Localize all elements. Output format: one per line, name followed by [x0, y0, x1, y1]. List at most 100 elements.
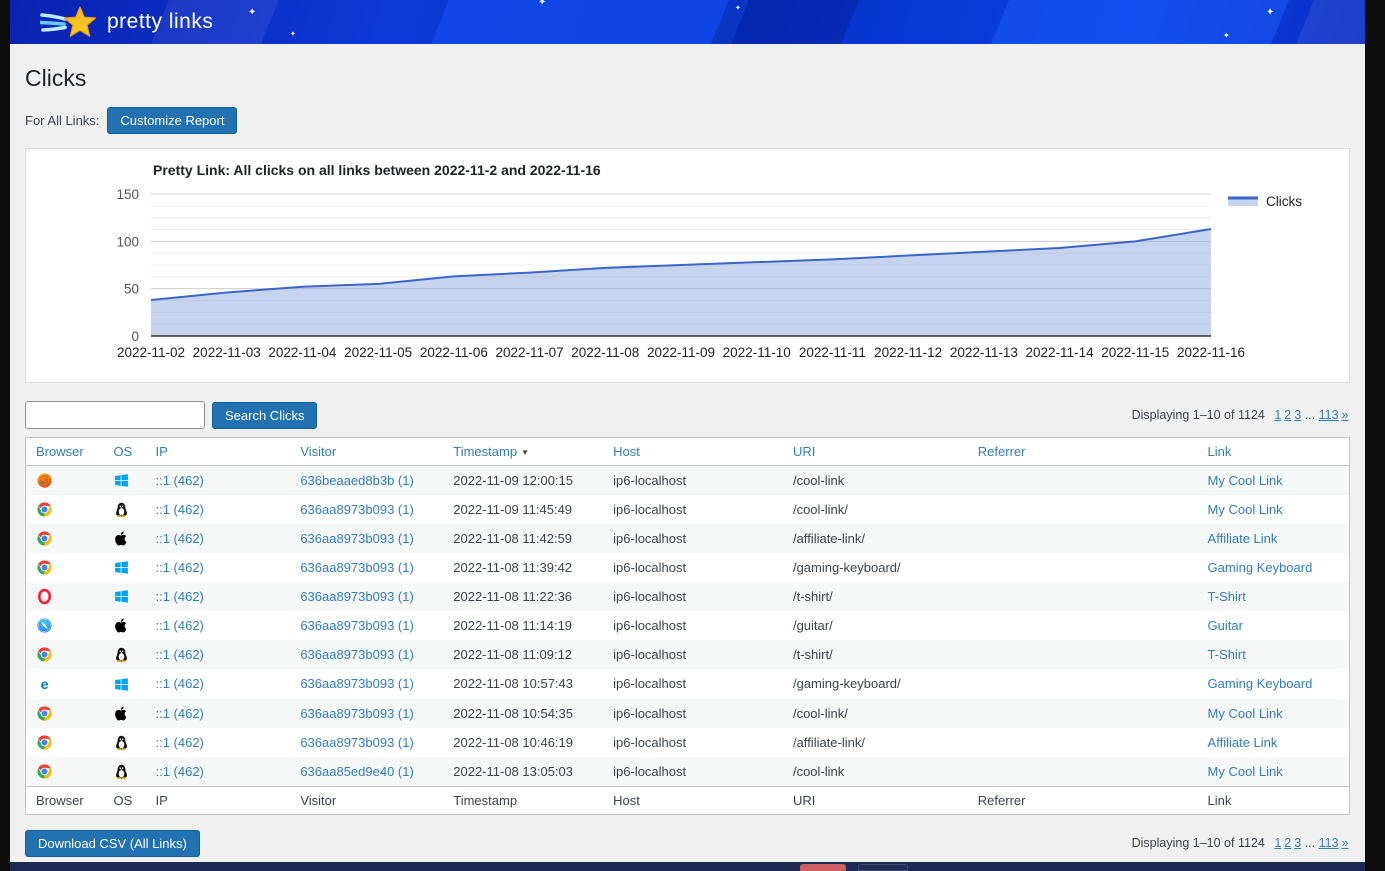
customize-report-button[interactable]: Customize Report	[107, 107, 237, 134]
ip-link[interactable]: ::1 (462)	[155, 735, 203, 750]
svg-text:2022-11-10: 2022-11-10	[723, 345, 791, 360]
windows-icon	[113, 588, 130, 605]
sort-link-ip[interactable]: IP	[155, 444, 167, 459]
admin-page: ✦ ✦ ✦ ✦ ✦ ✦ pretty links Clicks For All …	[10, 0, 1365, 871]
cell-ip: ::1 (462)	[145, 466, 290, 496]
pretty-link-link[interactable]: My Cool Link	[1208, 473, 1283, 488]
cell-host: ip6-localhost	[603, 611, 783, 640]
column-header-browser[interactable]: Browser	[26, 438, 104, 466]
linux-icon	[113, 646, 130, 663]
red-button-partial[interactable]	[800, 864, 846, 871]
column-header-referrer[interactable]: Referrer	[968, 438, 1198, 466]
dark-button-partial[interactable]	[858, 864, 908, 871]
sort-link-link[interactable]: Link	[1208, 444, 1232, 459]
svg-text:2022-11-03: 2022-11-03	[193, 345, 261, 360]
pretty-link-link[interactable]: Guitar	[1208, 618, 1243, 633]
next-page-link[interactable]: »	[1342, 836, 1349, 850]
visitor-link[interactable]: 636aa8973b093 (1)	[300, 706, 414, 721]
footer-column-ip: IP	[145, 786, 290, 814]
pretty-link-link[interactable]: My Cool Link	[1208, 502, 1283, 517]
table-row: ::1 (462)636beaaed8b3b (1)2022-11-09 12:…	[26, 466, 1350, 496]
page-link-3[interactable]: 3	[1294, 408, 1301, 422]
cell-timestamp: 2022-11-08 10:46:19	[443, 728, 603, 757]
page-link-1[interactable]: 1	[1274, 408, 1281, 422]
column-header-uri[interactable]: URI	[783, 438, 968, 466]
column-header-os[interactable]: OS	[103, 438, 145, 466]
page-link-3[interactable]: 3	[1294, 836, 1301, 850]
page-link-last[interactable]: 113	[1319, 836, 1339, 850]
sort-desc-icon: ▼	[521, 448, 529, 457]
column-header-ip[interactable]: IP	[145, 438, 290, 466]
cell-link: My Cool Link	[1198, 466, 1350, 496]
cell-browser	[26, 728, 104, 757]
search-input[interactable]	[25, 401, 205, 429]
ip-link[interactable]: ::1 (462)	[155, 473, 203, 488]
ip-link[interactable]: ::1 (462)	[155, 618, 203, 633]
footer-column-visitor: Visitor	[290, 786, 443, 814]
pretty-link-link[interactable]: Affiliate Link	[1208, 735, 1278, 750]
search-clicks-button[interactable]: Search Clicks	[212, 402, 317, 429]
sort-link-timestamp[interactable]: Timestamp	[453, 444, 517, 459]
sort-link-browser[interactable]: Browser	[36, 444, 84, 459]
column-header-link[interactable]: Link	[1198, 438, 1350, 466]
sparkle-icon: ✦	[290, 30, 296, 40]
sort-link-host[interactable]: Host	[613, 444, 640, 459]
pretty-link-link[interactable]: Affiliate Link	[1208, 531, 1278, 546]
sparkle-icon: ✦	[248, 8, 256, 18]
visitor-link[interactable]: 636aa8973b093 (1)	[300, 647, 414, 662]
cell-browser	[26, 466, 104, 496]
pretty-link-link[interactable]: My Cool Link	[1208, 706, 1283, 721]
visitor-link[interactable]: 636aa85ed9e40 (1)	[300, 764, 414, 779]
page-link-1[interactable]: 1	[1274, 836, 1281, 850]
pretty-link-link[interactable]: T-Shirt	[1208, 647, 1246, 662]
visitor-link[interactable]: 636beaaed8b3b (1)	[300, 473, 414, 488]
sort-link-visitor[interactable]: Visitor	[300, 444, 336, 459]
windows-icon	[113, 472, 130, 489]
visitor-link[interactable]: 636aa8973b093 (1)	[300, 735, 414, 750]
ip-link[interactable]: ::1 (462)	[155, 502, 203, 517]
cell-ip: ::1 (462)	[145, 611, 290, 640]
ip-link[interactable]: ::1 (462)	[155, 706, 203, 721]
visitor-link[interactable]: 636aa8973b093 (1)	[300, 560, 414, 575]
ip-link[interactable]: ::1 (462)	[155, 764, 203, 779]
ip-link[interactable]: ::1 (462)	[155, 676, 203, 691]
sort-link-uri[interactable]: URI	[793, 444, 815, 459]
chrome-icon	[36, 763, 53, 780]
cell-uri: /gaming-keyboard/	[783, 553, 968, 582]
svg-text:2022-11-05: 2022-11-05	[344, 345, 412, 360]
visitor-link[interactable]: 636aa8973b093 (1)	[300, 589, 414, 604]
visitor-link[interactable]: 636aa8973b093 (1)	[300, 676, 414, 691]
ip-link[interactable]: ::1 (462)	[155, 560, 203, 575]
column-header-timestamp[interactable]: Timestamp ▼	[443, 438, 603, 466]
cell-ip: ::1 (462)	[145, 640, 290, 669]
page-link-last[interactable]: 113	[1319, 408, 1339, 422]
cell-os	[103, 728, 145, 757]
cell-os	[103, 699, 145, 728]
column-header-visitor[interactable]: Visitor	[290, 438, 443, 466]
column-header-host[interactable]: Host	[603, 438, 783, 466]
pretty-link-link[interactable]: Gaming Keyboard	[1208, 676, 1313, 691]
cell-uri: /cool-link/	[783, 495, 968, 524]
pretty-link-link[interactable]: My Cool Link	[1208, 764, 1283, 779]
ip-link[interactable]: ::1 (462)	[155, 531, 203, 546]
sort-link-referrer[interactable]: Referrer	[978, 444, 1026, 459]
sort-link-os[interactable]: OS	[113, 444, 132, 459]
page-link-2[interactable]: 2	[1284, 408, 1291, 422]
pagination: 123...113»	[1273, 836, 1350, 850]
visitor-link[interactable]: 636aa8973b093 (1)	[300, 502, 414, 517]
visitor-link[interactable]: 636aa8973b093 (1)	[300, 531, 414, 546]
pretty-link-link[interactable]: T-Shirt	[1208, 589, 1246, 604]
svg-text:2022-11-13: 2022-11-13	[950, 345, 1018, 360]
download-csv-button[interactable]: Download CSV (All Links)	[25, 830, 200, 857]
ip-link[interactable]: ::1 (462)	[155, 589, 203, 604]
page-link-2[interactable]: 2	[1284, 836, 1291, 850]
visitor-link[interactable]: 636aa8973b093 (1)	[300, 618, 414, 633]
cell-host: ip6-localhost	[603, 466, 783, 496]
cell-timestamp: 2022-11-08 11:14:19	[443, 611, 603, 640]
cell-referrer	[968, 466, 1198, 496]
next-page-link[interactable]: »	[1342, 408, 1349, 422]
bottom-bar	[10, 862, 1365, 871]
ip-link[interactable]: ::1 (462)	[155, 647, 203, 662]
pretty-link-link[interactable]: Gaming Keyboard	[1208, 560, 1313, 575]
clicks-table: BrowserOSIPVisitorTimestamp▼HostURIRefer…	[25, 437, 1350, 815]
